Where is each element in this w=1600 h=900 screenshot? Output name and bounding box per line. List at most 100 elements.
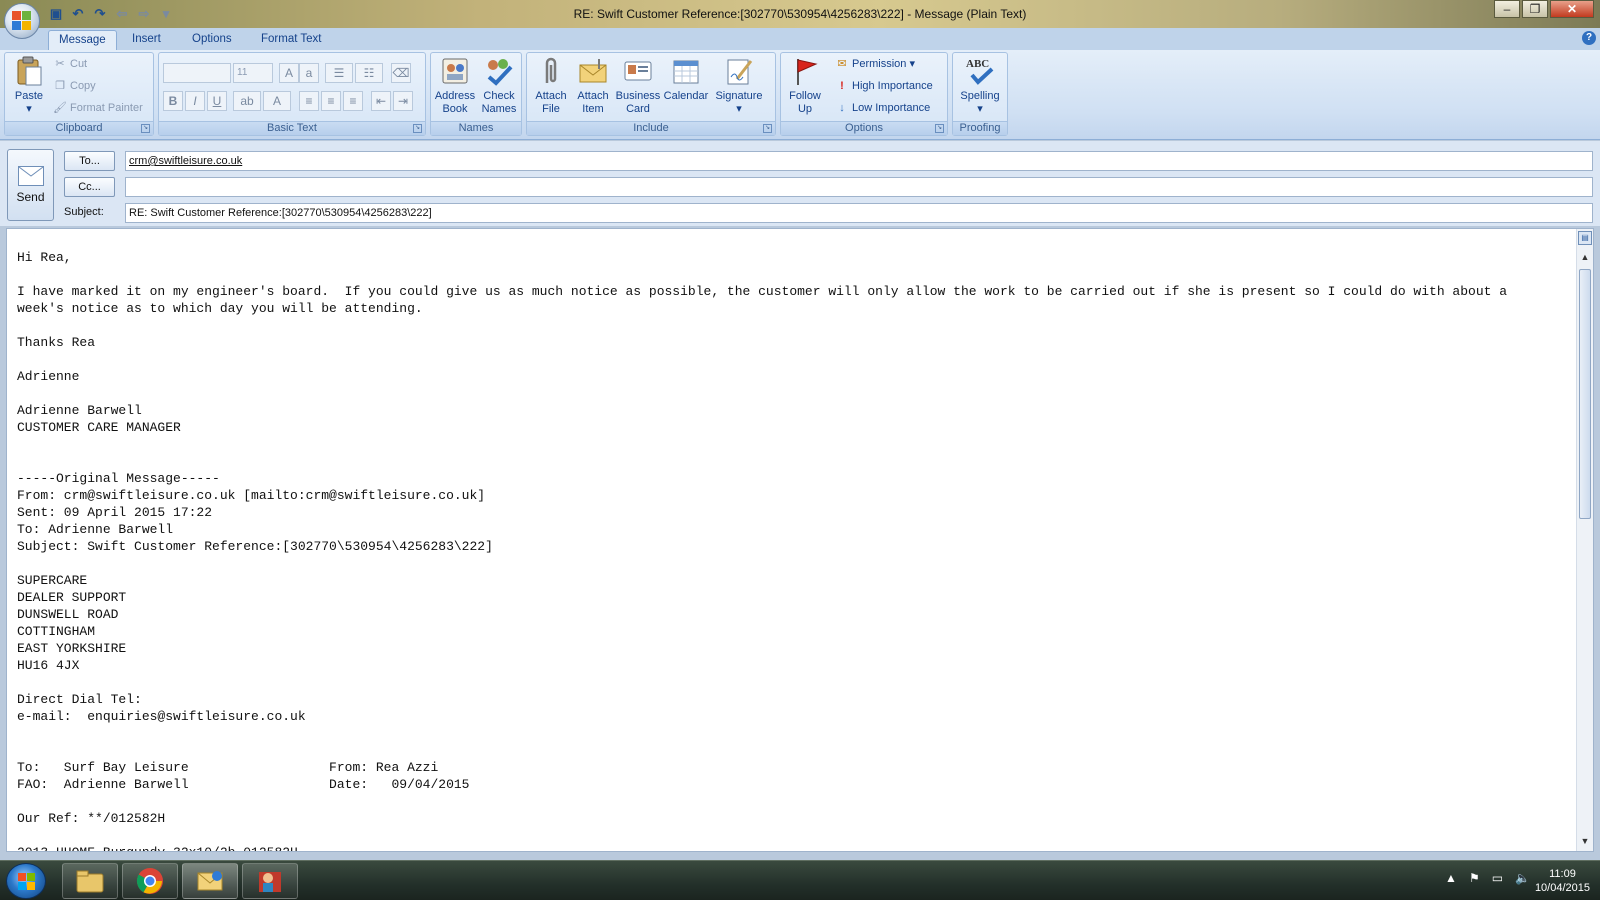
clipboard-launcher-icon[interactable]: ↘ <box>141 124 150 133</box>
cc-button[interactable]: Cc... <box>64 177 115 197</box>
tab-format-text[interactable]: Format Text <box>251 30 332 50</box>
format-painter-label: Format Painter <box>70 102 143 114</box>
permission-button[interactable]: ✉ Permission ▾ <box>835 55 915 73</box>
low-importance-button[interactable]: ↓ Low Importance <box>835 99 930 117</box>
system-tray: ▲ ⚑ ▭ 🔈 <box>1445 871 1530 885</box>
save-icon[interactable]: ▣ <box>48 6 64 22</box>
shrink-font-icon[interactable]: a <box>299 63 319 83</box>
spelling-button[interactable]: ABC Spelling ▾ <box>955 55 1005 116</box>
italic-button[interactable]: I <box>185 91 205 111</box>
high-importance-button[interactable]: ! High Importance <box>835 77 933 95</box>
include-group-label: Include <box>527 121 775 135</box>
options-group-label: Options <box>781 121 947 135</box>
volume-icon[interactable]: 🔈 <box>1515 871 1530 885</box>
clock[interactable]: 11:09 10/04/2015 <box>1535 867 1590 895</box>
scroll-up-icon[interactable]: ▲ <box>1577 249 1593 265</box>
signature-dropdown-icon: ▾ <box>736 103 742 115</box>
check-names-icon <box>483 55 515 87</box>
paste-dropdown-icon: ▾ <box>26 103 32 115</box>
names-group-label: Names <box>431 121 521 135</box>
message-body-text[interactable]: Hi Rea, I have marked it on my engineer'… <box>17 249 1557 851</box>
follow-up-button[interactable]: Follow Up <box>783 55 827 116</box>
clock-time: 11:09 <box>1549 868 1576 880</box>
brush-icon: 🖌 <box>53 102 67 114</box>
taskbar-chrome[interactable] <box>122 863 178 899</box>
basic-text-group: 11 A a ☰ ☷ ⌫ B I U ab A ≡ ≡ ≡ ⇤ ⇥ Basic … <box>158 52 426 136</box>
attach-file-button[interactable]: Attach File <box>529 55 573 116</box>
check-names-label-1: Check <box>483 90 515 102</box>
show-hidden-icons-icon[interactable]: ▲ <box>1445 871 1457 885</box>
check-names-button[interactable]: Check Names <box>477 55 521 116</box>
bold-button[interactable]: B <box>163 91 183 111</box>
start-button[interactable] <box>6 863 46 899</box>
calendar-button[interactable]: Calendar <box>663 55 709 103</box>
minimize-button[interactable]: – <box>1494 0 1520 18</box>
signature-icon <box>723 55 755 87</box>
grow-font-icon[interactable]: A <box>279 63 299 83</box>
low-importance-label: Low Importance <box>852 102 931 114</box>
numbering-icon[interactable]: ☷ <box>355 63 383 83</box>
title-bar: RE: Swift Customer Reference:[302770\530… <box>0 0 1600 28</box>
message-body[interactable]: Hi Rea, I have marked it on my engineer'… <box>6 228 1594 852</box>
format-painter-button[interactable]: 🖌 Format Painter <box>53 99 143 117</box>
business-card-label-2: Card <box>626 103 650 115</box>
align-center-icon[interactable]: ≡ <box>321 91 341 111</box>
tab-message[interactable]: Message <box>48 30 117 50</box>
align-right-icon[interactable]: ≡ <box>343 91 363 111</box>
svg-text:ABC: ABC <box>966 58 989 70</box>
cc-field[interactable] <box>125 177 1593 197</box>
address-book-icon <box>439 55 471 87</box>
underline-button[interactable]: U <box>207 91 227 111</box>
cut-label: Cut <box>70 58 88 70</box>
clear-formatting-icon[interactable]: ⌫ <box>391 63 411 83</box>
clipboard-group: Paste ▾ ✂ Cut ❐ Copy 🖌 Format Painter Clipb… <box>4 52 154 136</box>
customize-qat-icon[interactable]: ▾ <box>158 6 174 22</box>
scrollbar-thumb[interactable] <box>1579 269 1591 519</box>
business-card-icon <box>622 55 654 87</box>
action-center-flag-icon[interactable]: ⚑ <box>1469 871 1480 885</box>
subject-field[interactable]: RE: Swift Customer Reference:[302770\530… <box>125 203 1593 223</box>
help-icon[interactable]: ? <box>1582 31 1596 45</box>
tab-insert[interactable]: Insert <box>122 30 171 50</box>
close-button[interactable]: ✕ <box>1550 0 1594 18</box>
office-button[interactable] <box>4 3 40 39</box>
options-launcher-icon[interactable]: ↘ <box>935 124 944 133</box>
undo-icon[interactable]: ↶ <box>70 6 86 22</box>
paste-button[interactable]: Paste ▾ <box>11 55 47 116</box>
next-item-icon[interactable]: ⇨ <box>136 6 152 22</box>
send-envelope-icon <box>17 166 44 186</box>
to-button[interactable]: To... <box>64 151 115 171</box>
font-size-box[interactable]: 11 <box>233 63 273 83</box>
previous-item-icon[interactable]: ⇦ <box>114 6 130 22</box>
taskbar-explorer[interactable] <box>62 863 118 899</box>
taskbar-app[interactable] <box>242 863 298 899</box>
cut-button[interactable]: ✂ Cut <box>53 55 87 73</box>
bullets-icon[interactable]: ☰ <box>325 63 353 83</box>
maximize-button[interactable]: ❐ <box>1522 0 1548 18</box>
permission-label: Permission <box>852 58 907 70</box>
attach-item-button[interactable]: Attach Item <box>573 55 613 116</box>
font-color-icon[interactable]: A <box>263 91 291 111</box>
increase-indent-icon[interactable]: ⇥ <box>393 91 413 111</box>
align-left-icon[interactable]: ≡ <box>299 91 319 111</box>
network-icon[interactable]: ▭ <box>1492 871 1503 885</box>
to-recipient[interactable]: crm@swiftleisure.co.uk <box>129 155 242 167</box>
signature-button[interactable]: Signature ▾ <box>711 55 767 116</box>
send-button[interactable]: Send <box>7 149 54 221</box>
include-launcher-icon[interactable]: ↘ <box>763 124 772 133</box>
business-card-button[interactable]: Business Card <box>615 55 661 116</box>
taskbar-outlook[interactable] <box>182 863 238 899</box>
tab-options[interactable]: Options <box>182 30 242 50</box>
to-field[interactable]: crm@swiftleisure.co.uk <box>125 151 1593 171</box>
copy-button[interactable]: ❐ Copy <box>53 77 96 95</box>
redo-icon[interactable]: ↷ <box>92 6 108 22</box>
address-book-button[interactable]: Address Book <box>433 55 477 116</box>
font-name-box[interactable] <box>163 63 231 83</box>
scroll-down-icon[interactable]: ▼ <box>1577 833 1593 849</box>
decrease-indent-icon[interactable]: ⇤ <box>371 91 391 111</box>
view-ruler-icon[interactable]: ▤ <box>1578 231 1592 245</box>
vertical-scrollbar[interactable]: ▤ ▲ ▼ <box>1576 229 1593 851</box>
highlight-icon[interactable]: ab <box>233 91 261 111</box>
basic-text-launcher-icon[interactable]: ↘ <box>413 124 422 133</box>
down-arrow-icon: ↓ <box>839 102 845 114</box>
